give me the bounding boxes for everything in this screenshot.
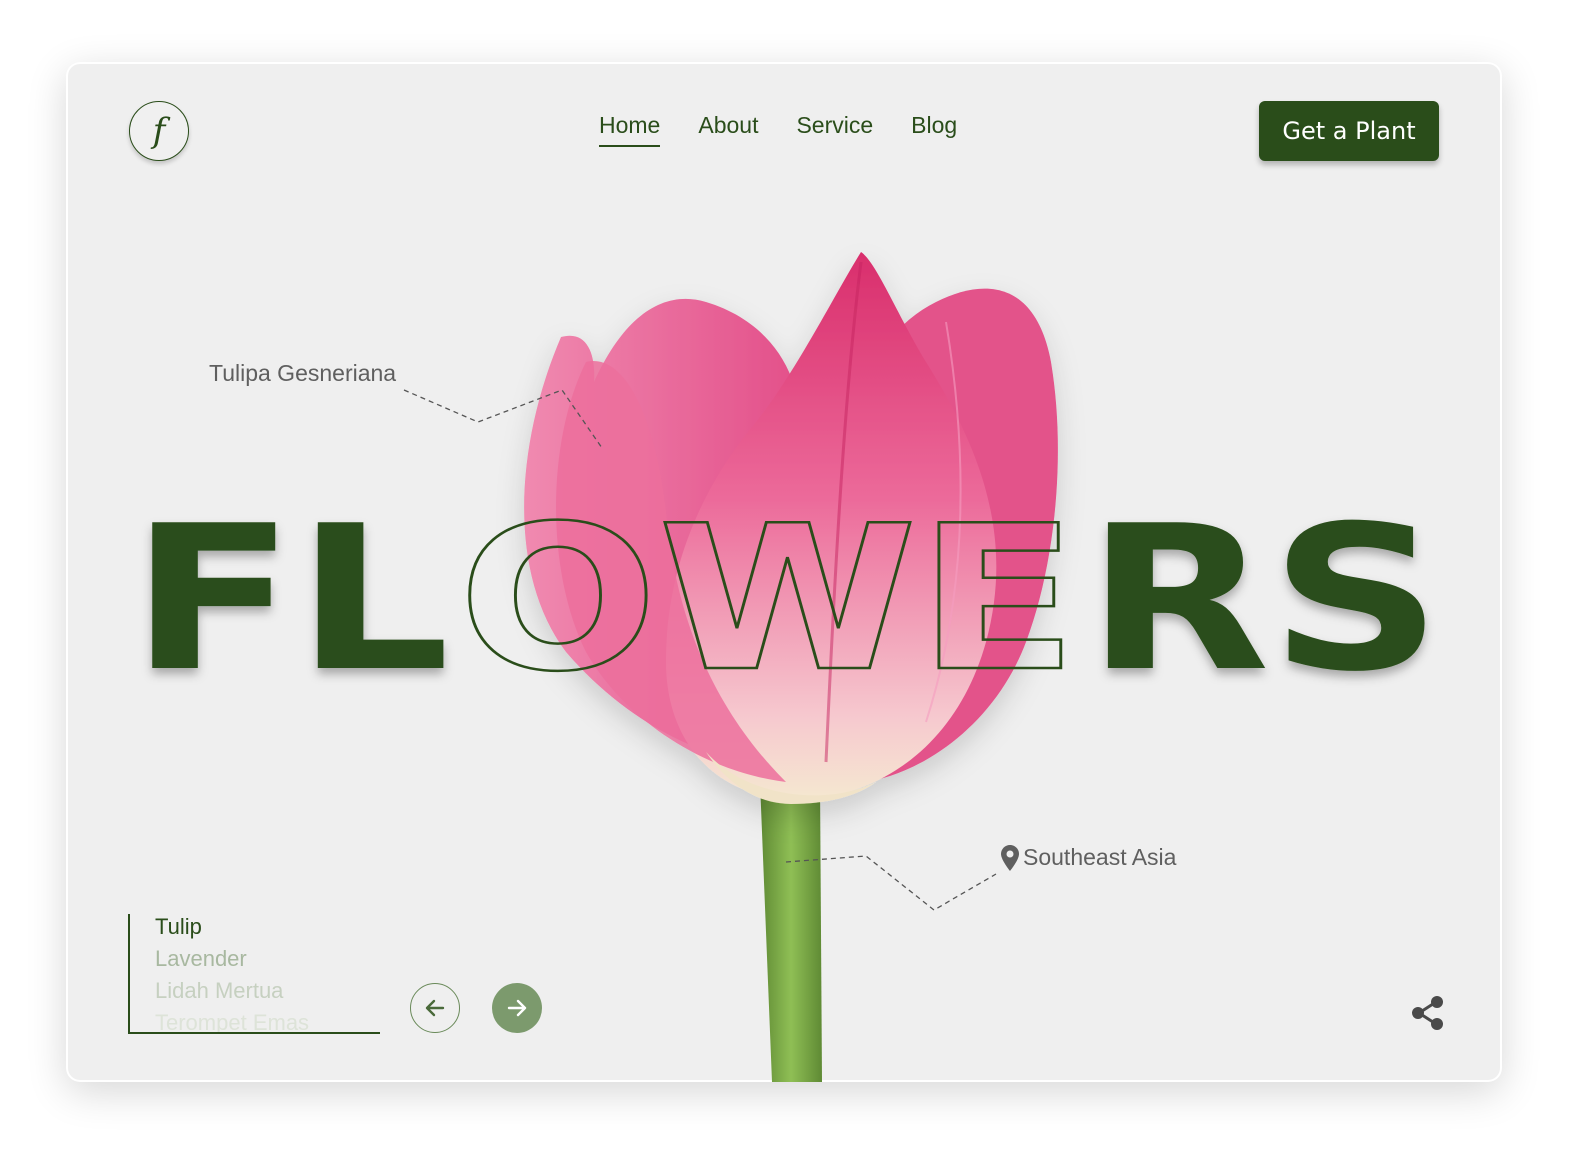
headline-outline: OWE: [458, 483, 1078, 716]
region-label: Southeast Asia: [1001, 844, 1176, 871]
plant-list: Tulip Lavender Lidah Mertua Terompet Ema…: [128, 914, 380, 1034]
plant-list-item-tulip[interactable]: Tulip: [155, 914, 202, 940]
plant-list-item-lidah-mertua[interactable]: Lidah Mertua: [155, 978, 283, 1004]
headline-solid-left: FL: [130, 483, 450, 716]
species-leader-line: [403, 389, 603, 449]
arrow-left-icon: [425, 999, 445, 1017]
get-a-plant-button[interactable]: Get a Plant: [1259, 101, 1439, 161]
headline-solid-right: RS: [1086, 483, 1442, 716]
previous-button[interactable]: [410, 983, 460, 1033]
main-nav: Home About Service Blog: [599, 112, 957, 147]
species-label: Tulipa Gesneriana: [209, 360, 397, 386]
region-leader-line: [785, 855, 997, 911]
logo-letter: f: [152, 111, 166, 151]
nav-item-about[interactable]: About: [698, 112, 758, 147]
hero-card: FL OWE RS f Home About Service Blog Get …: [66, 62, 1502, 1082]
region-text: Southeast Asia: [1023, 844, 1177, 870]
plant-list-item-terompet-emas[interactable]: Terompet Emas: [155, 1010, 309, 1032]
nav-item-blog[interactable]: Blog: [911, 112, 957, 147]
nav-item-service[interactable]: Service: [796, 112, 873, 147]
plant-list-item-lavender[interactable]: Lavender: [155, 946, 247, 972]
nav-item-home[interactable]: Home: [599, 112, 661, 147]
map-pin-icon: [1001, 844, 1019, 871]
arrow-right-icon: [507, 999, 527, 1017]
brand-logo[interactable]: f: [129, 101, 189, 161]
next-button[interactable]: [492, 983, 542, 1033]
share-icon[interactable]: [1410, 994, 1446, 1034]
